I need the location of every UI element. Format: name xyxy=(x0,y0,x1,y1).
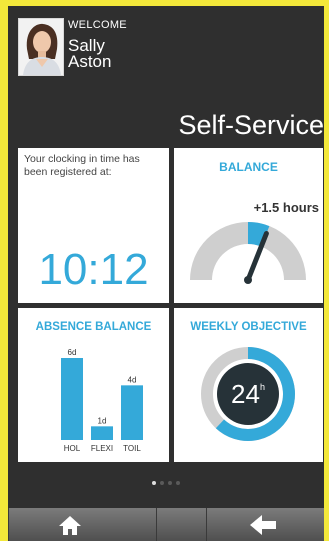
home-icon xyxy=(59,516,81,535)
absence-bar-value: 4d xyxy=(128,375,137,384)
back-arrow-icon xyxy=(250,515,276,535)
avatar-photo xyxy=(19,19,63,75)
absence-balance-tile[interactable]: ABSENCE BALANCE 6d HOL 1d FLEXI 4d TOIL xyxy=(18,308,169,462)
absence-bar-flexi xyxy=(91,426,113,440)
user-header: WELCOME Sally Aston xyxy=(18,18,308,78)
balance-gauge xyxy=(190,222,306,284)
page-indicator[interactable] xyxy=(8,472,324,490)
page-dot[interactable] xyxy=(176,481,180,485)
page-dot[interactable] xyxy=(168,481,172,485)
back-button[interactable] xyxy=(222,508,302,541)
absence-bar-label: FLEXI xyxy=(91,444,113,453)
absence-bar-label: HOL xyxy=(64,444,81,453)
clocking-message: Your clocking in time has been registere… xyxy=(24,153,140,178)
absence-bar-value: 1d xyxy=(98,416,107,425)
absence-bar-chart: 6d HOL 1d FLEXI 4d TOIL xyxy=(61,348,143,453)
absence-balance-title: ABSENCE BALANCE xyxy=(35,321,152,333)
user-name: Sally Aston xyxy=(68,37,188,71)
absence-bar-hol xyxy=(61,358,83,440)
absence-bar-toil xyxy=(121,385,143,440)
weekly-objective-value: 24h xyxy=(231,379,265,409)
weekly-objective-tile[interactable]: WEEKLY OBJECTIVE 24h xyxy=(174,308,323,462)
welcome-label: WELCOME xyxy=(68,19,127,31)
absence-bar-value: 6d xyxy=(68,348,77,357)
balance-value: +1.5 hours xyxy=(253,200,319,215)
clocking-time: 10:12 xyxy=(38,245,149,294)
weekly-objective-unit: h xyxy=(260,382,265,392)
balance-tile[interactable]: BALANCE +1.5 hours xyxy=(174,148,323,303)
clocking-tile[interactable]: Your clocking in time has been registere… xyxy=(18,148,169,303)
balance-title: BALANCE xyxy=(219,160,278,174)
weekly-objective-ring: 24h xyxy=(201,347,295,441)
app-screen: WELCOME Sally Aston Self-Service Your cl… xyxy=(8,6,324,541)
page-dot[interactable] xyxy=(152,481,156,485)
page-title: Self-Service xyxy=(178,110,324,140)
page-dot[interactable] xyxy=(160,481,164,485)
gauge-hub xyxy=(244,276,252,284)
home-button[interactable] xyxy=(30,508,110,541)
user-last-name: Aston xyxy=(68,52,112,71)
user-avatar[interactable] xyxy=(18,18,64,76)
weekly-objective-title: WEEKLY OBJECTIVE xyxy=(190,321,307,333)
absence-bar-label: TOIL xyxy=(123,444,141,453)
bottom-nav-bar xyxy=(8,508,324,541)
